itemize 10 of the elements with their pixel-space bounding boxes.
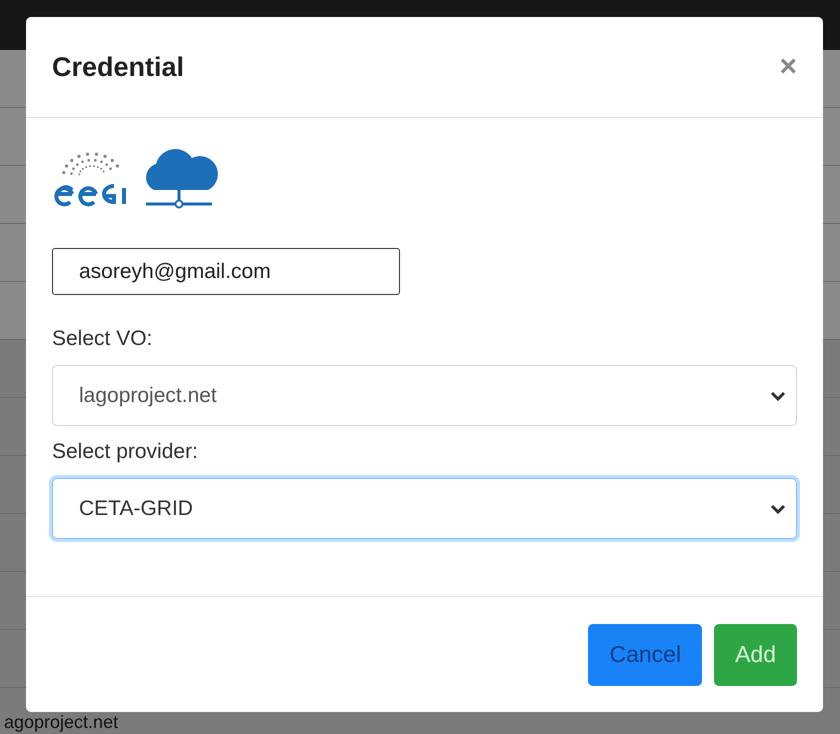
select-field[interactable]: lagoproject.net: [52, 365, 797, 426]
chevron-icon: [770, 502, 786, 514]
background-text: agoproject.net: [4, 713, 118, 733]
dialog-title: Credential: [52, 52, 184, 82]
select-field[interactable]: CETA-GRID: [52, 478, 797, 539]
email-field[interactable]: asoreyh@gmail.com: [52, 248, 400, 295]
close-button[interactable]: ×: [779, 50, 797, 84]
field-label: Select provider:: [52, 440, 199, 464]
chevron-icon: [770, 390, 786, 402]
field-label: Select VO:: [52, 327, 154, 351]
